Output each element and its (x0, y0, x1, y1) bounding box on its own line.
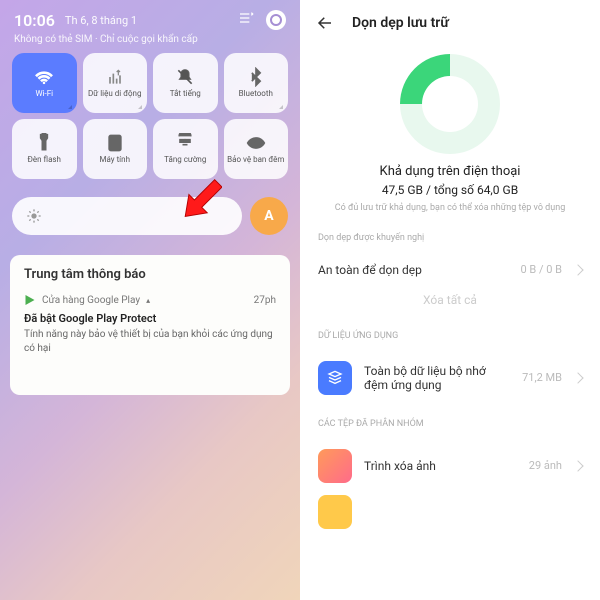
qs-tile-mute[interactable]: Tắt tiếng (153, 53, 218, 113)
row-value: 0 B / 0 B (520, 263, 562, 276)
storage-summary: Khả dụng trên điện thoại 47,5 GB / tổng … (300, 160, 600, 219)
delete-all-button[interactable]: Xóa tất cả (318, 287, 582, 317)
qs-label: Máy tính (100, 156, 130, 165)
date: Th 6, 8 tháng 1 (65, 14, 238, 27)
qs-label: Tăng cường (164, 156, 206, 165)
pie-chart (400, 54, 500, 154)
edit-icon[interactable] (238, 10, 254, 30)
row-value: 29 ảnh (529, 459, 562, 472)
pointer-arrow-icon (176, 176, 222, 222)
cache-icon (318, 361, 352, 395)
row-label: Trình xóa ảnh (364, 459, 517, 473)
qs-tile-boost[interactable]: Tăng cường (153, 119, 218, 179)
qs-tile-flashlight[interactable]: Đèn flash (12, 119, 77, 179)
play-store-icon (24, 294, 36, 306)
qs-tile-calculator[interactable]: Máy tính (83, 119, 148, 179)
section-label: CÁC TỆP ĐÃ PHÂN NHÓM (318, 419, 582, 429)
avail-note: Có đủ lưu trữ khả dụng, bạn có thể xóa n… (320, 203, 580, 215)
qs-label: Bảo vệ ban đêm (227, 156, 284, 165)
qs-tile-bluetooth[interactable]: Bluetooth (224, 53, 289, 113)
notif-section-title: Trung tâm thông báo (24, 267, 276, 282)
row-item[interactable] (318, 493, 582, 539)
qs-label: Tắt tiếng (170, 90, 201, 99)
section-grouped-files: CÁC TỆP ĐÃ PHÂN NHÓM Trình xóa ảnh 29 ản… (300, 405, 600, 539)
header: Dọn dẹp lưu trữ (300, 0, 600, 46)
back-icon[interactable] (316, 14, 334, 32)
qs-label: Wi-Fi (35, 90, 53, 99)
section-app-data: DỮ LIỆU ỨNG DỤNG Toàn bộ dữ liệu bộ nhớ … (300, 317, 600, 405)
qs-tile-wifi[interactable]: Wi-Fi (12, 53, 77, 113)
file-icon (318, 495, 352, 529)
status-bar: 10:06 Th 6, 8 tháng 1 (0, 0, 300, 34)
photo-icon (318, 449, 352, 483)
chevron-right-icon (572, 372, 583, 383)
qs-label: Bluetooth (239, 90, 273, 99)
row-safe-clean[interactable]: An toàn để dọn dẹp 0 B / 0 B (318, 253, 582, 287)
section-label: DỮ LIỆU ỨNG DỤNG (318, 331, 582, 341)
storage-cleanup-screen: Dọn dẹp lưu trữ Khả dụng trên điện thoại… (300, 0, 600, 600)
brightness-row: A (12, 197, 288, 235)
auto-brightness-button[interactable]: A (250, 197, 288, 235)
settings-icon[interactable] (266, 10, 286, 30)
quick-settings-screen: 10:06 Th 6, 8 tháng 1 Không có thẻ SIM ·… (0, 0, 300, 600)
row-label: Toàn bộ dữ liệu bộ nhớ đệm ứng dụng (364, 364, 510, 392)
notification-center: Trung tâm thông báo Cửa hàng Google Play… (10, 255, 290, 395)
clock: 10:06 (14, 11, 55, 30)
row-value: 71,2 MB (522, 371, 562, 384)
sim-status: Không có thẻ SIM · Chỉ cuộc gọi khẩn cấp (0, 34, 300, 53)
row-photo-cleaner[interactable]: Trình xóa ảnh 29 ảnh (318, 439, 582, 493)
notif-time: 27ph (254, 295, 276, 306)
row-label: An toàn để dọn dẹp (318, 263, 508, 277)
notif-body: Tính năng này bảo vệ thiết bị của bạn kh… (24, 328, 276, 356)
qs-tile-eyecare[interactable]: Bảo vệ ban đêm (224, 119, 289, 179)
notif-title: Đã bật Google Play Protect (24, 312, 276, 325)
page-title: Dọn dẹp lưu trữ (352, 15, 449, 31)
chevron-right-icon (572, 264, 583, 275)
section-label: Dọn dẹp được khuyến nghị (318, 233, 582, 243)
storage-chart (300, 46, 600, 160)
notification-item[interactable]: Cửa hàng Google Play ▴ 27ph (24, 294, 276, 306)
row-cache[interactable]: Toàn bộ dữ liệu bộ nhớ đệm ứng dụng 71,2… (318, 351, 582, 405)
brightness-icon (26, 208, 42, 224)
chevron-right-icon (572, 460, 583, 471)
avail-title: Khả dụng trên điện thoại (320, 164, 580, 179)
section-recommended: Dọn dẹp được khuyến nghị An toàn để dọn … (300, 219, 600, 317)
notif-source: Cửa hàng Google Play (42, 295, 140, 306)
quick-settings-grid: Wi-Fi Dữ liệu di động Tắt tiếng Bluetoot… (0, 53, 300, 179)
qs-label: Dữ liệu di động (88, 90, 141, 99)
qs-tile-data[interactable]: Dữ liệu di động (83, 53, 148, 113)
avail-value: 47,5 GB / tổng số 64,0 GB (320, 183, 580, 197)
qs-label: Đèn flash (28, 156, 61, 165)
